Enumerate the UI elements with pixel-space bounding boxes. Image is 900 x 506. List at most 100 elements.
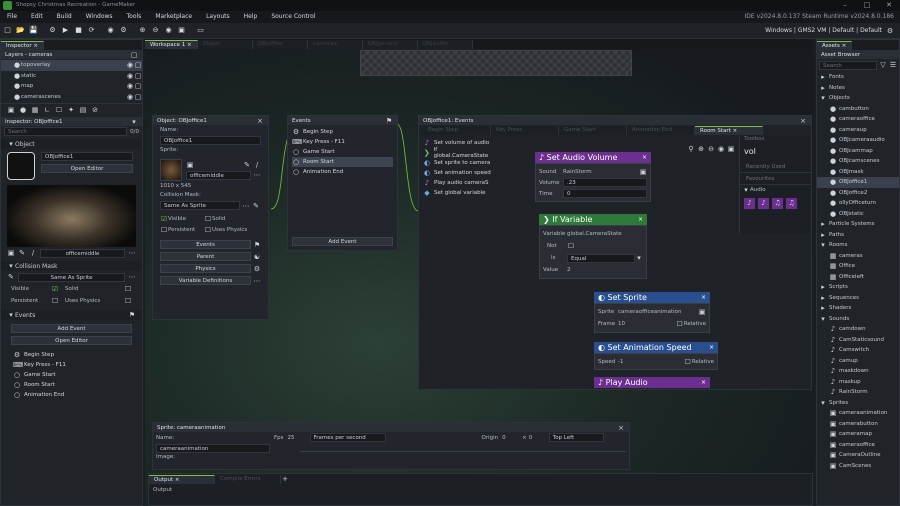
lock-icon[interactable]: ▢ bbox=[134, 82, 142, 90]
event-begin-step[interactable]: ⚙ Begin Step bbox=[292, 127, 393, 137]
menu-windows[interactable]: Windows bbox=[79, 11, 120, 23]
flag-icon[interactable]: ⚑ bbox=[128, 311, 136, 319]
asset-folder[interactable]: ▸ Scripts bbox=[817, 282, 899, 293]
visible-checkbox[interactable]: ☑ bbox=[51, 285, 59, 293]
audio-category[interactable]: ▾ Audio bbox=[740, 185, 811, 195]
asset-folder[interactable]: ▸ Notes bbox=[817, 83, 899, 94]
layer-row[interactable]: ● camerascenes ◉ ▢ bbox=[1, 92, 142, 103]
save-icon[interactable]: 💾 bbox=[28, 25, 39, 36]
delete-layer-icon[interactable]: ⊘ bbox=[91, 106, 99, 114]
fps-mode-select[interactable]: Frames per second bbox=[309, 433, 386, 442]
close-icon[interactable]: × bbox=[701, 379, 706, 386]
inspector-search-input[interactable]: Search bbox=[4, 127, 128, 136]
asset-item[interactable]: ● cambutton bbox=[817, 104, 899, 115]
event-game-start[interactable]: ○ Game Start bbox=[292, 147, 393, 157]
target-platform[interactable]: Windows bbox=[765, 23, 792, 39]
event-key-press[interactable]: ⌨ Key Press - F11 bbox=[292, 137, 393, 147]
origin-y-field[interactable]: 0 bbox=[529, 435, 549, 441]
tab-compile-errors[interactable]: Compile Errors bbox=[215, 474, 281, 484]
asset-item[interactable]: ● ollyOfficeturn bbox=[817, 198, 899, 209]
asset-item[interactable]: ♪ camdown bbox=[817, 324, 899, 335]
asset-layer-icon[interactable]: ☐ bbox=[55, 106, 63, 114]
asset-picker-icon[interactable]: ▣ bbox=[639, 168, 647, 176]
game-options-icon[interactable]: ⚙ bbox=[118, 25, 129, 36]
audio-action-icon[interactable]: ♪ bbox=[758, 198, 769, 209]
close-icon[interactable]: × bbox=[799, 117, 807, 125]
object-name-field[interactable]: OBJoffice1 bbox=[41, 152, 133, 161]
tab-animation-end[interactable]: Animation End bbox=[627, 125, 695, 135]
collision-mask-select[interactable]: Same As Sprite bbox=[18, 272, 125, 282]
asset-item[interactable]: ▣ CameraOutline bbox=[817, 450, 899, 461]
add-tab-icon[interactable]: + bbox=[281, 475, 289, 483]
asset-item[interactable]: ● OBJcameraaudio bbox=[817, 135, 899, 146]
target-selector[interactable]: Windows | GMS2 VM | Default | Default ⚙ bbox=[765, 23, 894, 39]
persistent-checkbox[interactable]: ☐ bbox=[51, 297, 59, 305]
tab-assets[interactable]: Assets × bbox=[817, 40, 853, 50]
clean-icon[interactable]: ⟳ bbox=[86, 25, 97, 36]
sprite-field[interactable]: cameraofficeanimation bbox=[618, 309, 698, 315]
audio-action-icon[interactable]: ♫ bbox=[772, 198, 783, 209]
node-set-audio-volume[interactable]: ♪ Set Audio Volume × Sound RainStorm ▣ Volu… bbox=[535, 152, 651, 202]
asset-item[interactable]: ● OBJcamscenes bbox=[817, 156, 899, 167]
asset-folder[interactable]: ▾ Sprites bbox=[817, 398, 899, 409]
asset-item[interactable]: ● OBJcammap bbox=[817, 146, 899, 157]
sprite-select[interactable]: officemiddle bbox=[186, 170, 251, 180]
target-device[interactable]: Default bbox=[860, 23, 882, 39]
monitor-icon[interactable]: ▭ bbox=[195, 25, 206, 36]
asset-folder[interactable]: ▸ Fonts bbox=[817, 72, 899, 83]
new-project-icon[interactable]: □ bbox=[2, 25, 13, 36]
asset-item[interactable]: ● cameraup bbox=[817, 125, 899, 136]
close-icon[interactable]: × bbox=[638, 216, 643, 223]
more-icon[interactable]: ⋯ bbox=[128, 273, 136, 281]
variable-field[interactable]: global.CameraState bbox=[567, 231, 643, 237]
object-name-input[interactable]: OBJoffice1 bbox=[160, 136, 261, 145]
timeline[interactable] bbox=[300, 446, 626, 452]
menu-edit[interactable]: Edit bbox=[24, 11, 50, 23]
origin-x-field[interactable]: 0 bbox=[502, 435, 522, 441]
asset-folder[interactable]: ▾ Objects bbox=[817, 93, 899, 104]
menu-tools[interactable]: Tools bbox=[120, 11, 149, 23]
parent-button[interactable]: Parent bbox=[160, 252, 251, 261]
edit-icon[interactable]: ✎ bbox=[18, 249, 26, 257]
eye-icon[interactable]: ◉ bbox=[126, 72, 134, 80]
action-item[interactable]: ❯ If global.CameraState bbox=[423, 147, 491, 159]
asset-item[interactable]: ▦ Office bbox=[817, 261, 899, 272]
asset-item[interactable]: ♪ RainStorm bbox=[817, 387, 899, 398]
asset-item[interactable]: ▣ cameraoffice bbox=[817, 440, 899, 451]
uses-physics-checkbox[interactable]: ☐ bbox=[204, 226, 212, 234]
add-event-button[interactable]: Add Event bbox=[292, 237, 393, 246]
sprite-selector[interactable]: officemiddle bbox=[40, 248, 125, 258]
hierarchy-icon[interactable]: ☯ bbox=[253, 253, 261, 261]
is-select[interactable]: Equal bbox=[567, 253, 635, 263]
fps-field[interactable]: 25 bbox=[288, 435, 310, 441]
asset-folder[interactable]: ▸ Shaders bbox=[817, 303, 899, 314]
tile-layer-icon[interactable]: ▦ bbox=[31, 106, 39, 114]
node-set-sprite[interactable]: ◐ Set Sprite × Sprite cameraofficeanimatio… bbox=[594, 292, 710, 333]
action-item[interactable]: ◆ Set global variable bbox=[423, 188, 491, 198]
add-event-button[interactable]: Add Event bbox=[11, 324, 132, 333]
favourites[interactable]: Favourites bbox=[740, 173, 811, 185]
tab-game-start[interactable]: Game Start bbox=[559, 125, 627, 135]
more-icon[interactable]: ⋯ bbox=[253, 277, 261, 285]
asset-picker-icon[interactable]: ▣ bbox=[698, 308, 706, 316]
event-room-start[interactable]: ○ Room Start bbox=[292, 157, 393, 167]
layer-row[interactable]: ● topoverlay ◉ ▢ bbox=[1, 60, 142, 71]
event-animation-end[interactable]: ○ Animation End bbox=[292, 167, 393, 177]
target-settings-icon[interactable]: ◉ bbox=[105, 25, 116, 36]
gear-icon[interactable]: ⚙ bbox=[886, 27, 894, 35]
asset-item[interactable]: ♪ Camswitch bbox=[817, 345, 899, 356]
asset-item[interactable]: ▣ camerabutton bbox=[817, 419, 899, 430]
asset-item[interactable]: ● cameraoffice bbox=[817, 114, 899, 125]
zoom-in-icon[interactable]: ⊕ bbox=[697, 145, 705, 153]
debug-icon[interactable]: ⚙ bbox=[47, 25, 58, 36]
settings-icon[interactable]: ☰ bbox=[889, 61, 897, 69]
audio-action-icon[interactable]: ♫ bbox=[786, 198, 797, 209]
asset-item[interactable]: ♪ camup bbox=[817, 356, 899, 367]
relative-checkbox[interactable]: ☐ bbox=[676, 320, 684, 328]
edit-mask-icon[interactable]: ✎ bbox=[252, 202, 260, 210]
origin-mode-select[interactable]: Top Left bbox=[548, 433, 604, 442]
asset-item[interactable]: ▣ cameramap bbox=[817, 429, 899, 440]
search-icon[interactable]: ⚲ bbox=[687, 145, 695, 153]
action-item[interactable]: ◐ Set sprite to camera bbox=[423, 158, 491, 168]
asset-item[interactable]: ♪ maskup bbox=[817, 377, 899, 388]
